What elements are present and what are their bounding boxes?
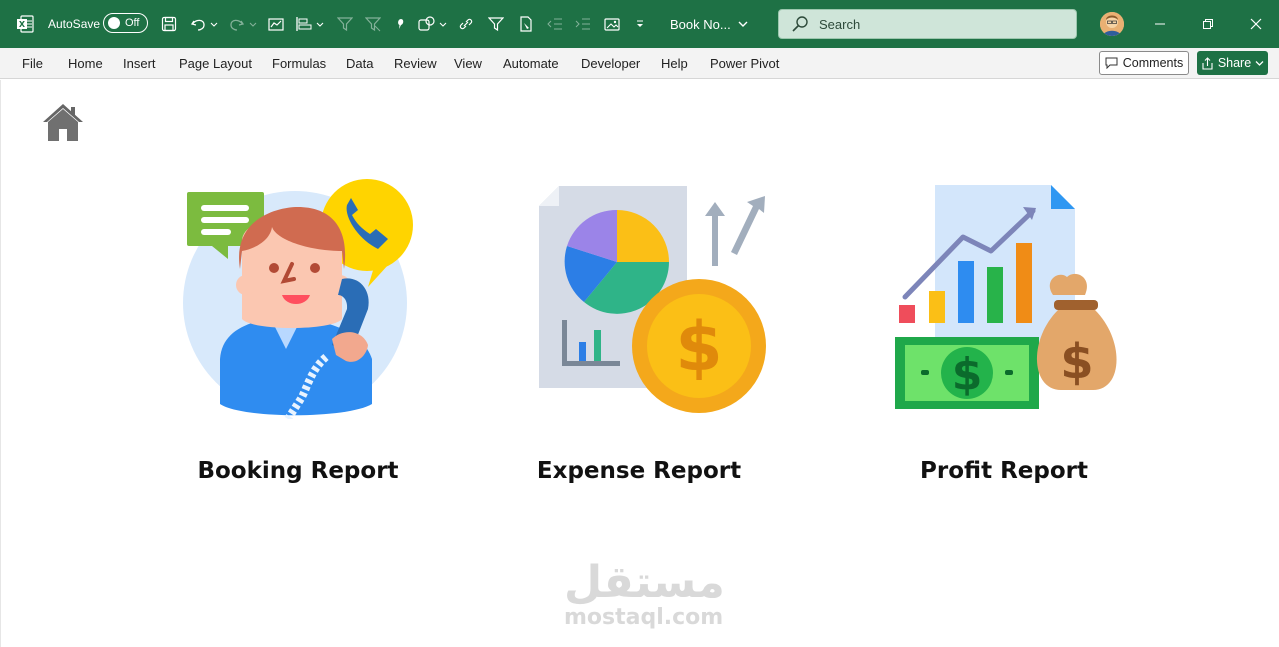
share-icon: [1202, 56, 1213, 70]
tab-developer[interactable]: Developer: [581, 48, 640, 79]
tab-review[interactable]: Review: [394, 48, 437, 79]
svg-text:$: $: [952, 349, 983, 400]
share-label: Share: [1217, 56, 1252, 70]
tab-data[interactable]: Data: [346, 48, 373, 79]
close-icon: [1250, 18, 1262, 30]
profit-chart-money-icon: $ $: [895, 185, 1117, 409]
autosave-label: AutoSave: [48, 17, 101, 31]
ribbon-tabs: File Home Insert Page Layout Formulas Da…: [0, 48, 1279, 79]
align-icon[interactable]: [294, 0, 326, 48]
tab-view[interactable]: View: [454, 48, 482, 79]
worksheet-canvas: Booking Report $ Expense Report $ $ Prof…: [0, 80, 1279, 647]
toggle-knob: [108, 17, 120, 29]
expense-report-title: Expense Report: [536, 458, 742, 484]
restore-button[interactable]: [1185, 0, 1231, 48]
comments-label: Comments: [1122, 56, 1184, 70]
autosave-state: Off: [125, 17, 140, 29]
tab-file[interactable]: File: [22, 48, 43, 79]
chevron-down-icon: [1255, 60, 1264, 66]
share-button[interactable]: Share: [1197, 51, 1268, 75]
home-icon[interactable]: [41, 102, 85, 147]
filter-clear-icon[interactable]: [335, 0, 355, 48]
profit-report-title: Profit Report: [920, 458, 1088, 484]
search-box[interactable]: Search: [778, 9, 1077, 39]
call-center-icon: [183, 179, 413, 419]
comment-icon[interactable]: [394, 0, 408, 48]
search-icon: [792, 16, 808, 32]
filter-icon[interactable]: [486, 0, 506, 48]
file-name: Book No...: [670, 16, 731, 32]
search-placeholder: Search: [819, 16, 861, 32]
user-avatar[interactable]: [1100, 12, 1124, 36]
filter-remove-icon[interactable]: [363, 0, 383, 48]
svg-text:$: $: [675, 308, 722, 387]
tab-insert[interactable]: Insert: [123, 48, 156, 79]
tab-automate[interactable]: Automate: [503, 48, 559, 79]
autosave-toggle[interactable]: Off: [103, 13, 148, 33]
chevron-down-icon: [738, 21, 748, 27]
comment-icon: [1105, 57, 1118, 69]
save-icon[interactable]: [159, 0, 179, 48]
svg-text:X: X: [19, 20, 26, 29]
comments-button[interactable]: Comments: [1099, 51, 1189, 75]
shapes-icon[interactable]: [417, 0, 449, 48]
minimize-button[interactable]: [1137, 0, 1183, 48]
file-name-menu[interactable]: Book No...: [670, 0, 749, 48]
svg-text:$: $: [1060, 334, 1093, 390]
decrease-indent-icon[interactable]: [545, 0, 565, 48]
watermark-arabic: مستقل: [564, 557, 725, 608]
title-bar: X AutoSave Off Book No... Search: [0, 0, 1279, 48]
tab-formulas[interactable]: Formulas: [272, 48, 326, 79]
link-icon[interactable]: [456, 0, 476, 48]
tab-power-pivot[interactable]: Power Pivot: [710, 48, 779, 79]
watermark: مستقل mostaql.com: [564, 557, 725, 630]
chart-icon[interactable]: [266, 0, 286, 48]
customize-toolbar-icon[interactable]: [632, 0, 648, 48]
excel-icon[interactable]: X: [14, 0, 36, 48]
tab-page-layout[interactable]: Page Layout: [179, 48, 252, 79]
tab-home[interactable]: Home: [68, 48, 103, 79]
booking-report-title: Booking Report: [197, 458, 399, 484]
form-icon[interactable]: [516, 0, 536, 48]
watermark-latin: mostaql.com: [564, 605, 724, 630]
undo-icon[interactable]: [189, 0, 219, 48]
minimize-icon: [1155, 23, 1165, 25]
redo-icon[interactable]: [228, 0, 258, 48]
expense-chart-coin-icon: $: [539, 186, 766, 413]
restore-icon: [1203, 19, 1213, 29]
tab-help[interactable]: Help: [661, 48, 688, 79]
increase-indent-icon[interactable]: [573, 0, 593, 48]
picture-icon[interactable]: [602, 0, 622, 48]
close-button[interactable]: [1233, 0, 1279, 48]
